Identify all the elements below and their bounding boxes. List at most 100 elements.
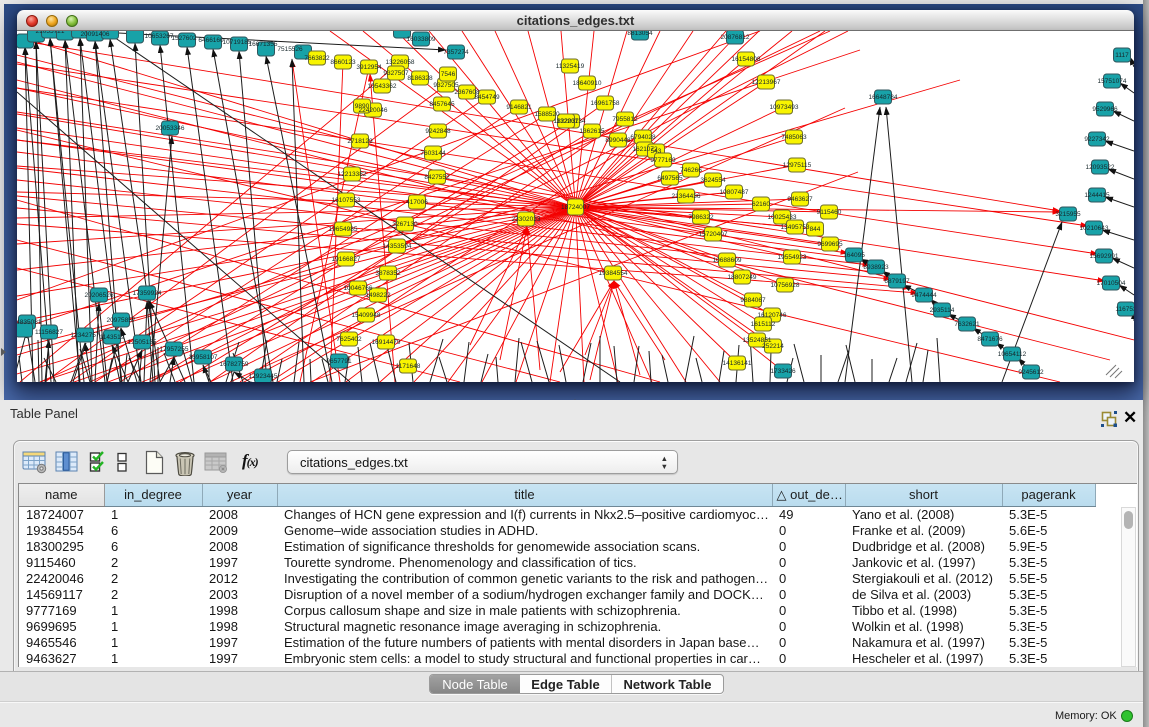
svg-text:9327507: 9327507 — [383, 70, 409, 77]
svg-text:10973493: 10973493 — [770, 104, 799, 111]
svg-text:9890: 9890 — [355, 103, 370, 110]
svg-text:8471676: 8471676 — [977, 336, 1003, 343]
svg-text:8454749: 8454749 — [474, 94, 500, 101]
svg-text:8186328: 8186328 — [407, 75, 433, 82]
svg-text:20206526: 20206526 — [85, 292, 114, 299]
svg-text:1588520: 1588520 — [534, 111, 560, 118]
svg-text:10543362: 10543362 — [368, 83, 397, 90]
svg-text:17957255: 17957255 — [160, 346, 189, 353]
svg-text:17010504: 17010504 — [1097, 280, 1126, 287]
svg-text:9529966: 9529966 — [1092, 106, 1118, 113]
svg-text:12213382: 12213382 — [338, 171, 367, 178]
svg-text:10807487: 10807487 — [720, 189, 749, 196]
svg-text:1615112: 1615112 — [751, 321, 776, 328]
svg-text:16671355: 16671355 — [249, 41, 278, 48]
svg-text:9699695: 9699695 — [817, 241, 843, 248]
svg-text:10719185: 10719185 — [223, 39, 252, 46]
svg-text:7485063: 7485063 — [781, 134, 807, 141]
svg-text:7625402: 7625402 — [336, 336, 362, 343]
svg-text:7515526: 7515526 — [277, 46, 303, 53]
svg-text:12923445: 12923445 — [249, 373, 278, 380]
svg-text:9884067: 9884067 — [740, 297, 766, 304]
svg-text:10654112: 10654112 — [998, 351, 1027, 358]
svg-text:11156827: 11156827 — [35, 329, 63, 336]
svg-text:8427552: 8427552 — [424, 174, 450, 181]
svg-text:12342757: 12342757 — [71, 332, 100, 339]
svg-text:10210643: 10210643 — [1080, 225, 1109, 232]
svg-text:9242848: 9242848 — [425, 128, 451, 135]
svg-text:16033809: 16033809 — [407, 36, 436, 43]
svg-text:11325419: 11325419 — [556, 63, 585, 70]
svg-text:9327505: 9327505 — [433, 82, 459, 89]
svg-text:3215955: 3215955 — [1055, 211, 1081, 218]
svg-text:3267130: 3267130 — [392, 221, 418, 228]
svg-text:13226058: 13226058 — [386, 59, 415, 66]
svg-text:9657791: 9657791 — [326, 358, 352, 365]
svg-text:23302033: 23302033 — [512, 216, 541, 223]
svg-text:21055721: 21055721 — [36, 31, 65, 35]
svg-text:543: 543 — [651, 148, 662, 155]
svg-text:1733426: 1733426 — [770, 368, 796, 375]
svg-text:20876812: 20876812 — [721, 34, 750, 41]
svg-text:1143519: 1143519 — [100, 334, 125, 341]
svg-text:21364436: 21364436 — [672, 193, 701, 200]
svg-text:252214: 252214 — [762, 343, 784, 350]
svg-text:1244415: 1244415 — [1084, 192, 1110, 199]
svg-text:3912954: 3912954 — [356, 64, 382, 71]
svg-text:9474444: 9474444 — [911, 292, 937, 299]
svg-text:16782759: 16782759 — [220, 361, 249, 368]
svg-text:16107553: 16107553 — [332, 197, 361, 204]
svg-text:10756928: 10756928 — [771, 282, 800, 289]
svg-text:164095: 164095 — [843, 252, 865, 259]
svg-text:20053346: 20053346 — [156, 125, 185, 132]
svg-text:14136141: 14136141 — [723, 360, 752, 367]
svg-text:3624554: 3624554 — [700, 177, 726, 184]
svg-text:7955812: 7955812 — [612, 116, 638, 123]
svg-text:16120746: 16120746 — [758, 312, 787, 319]
svg-text:17359924: 17359924 — [133, 290, 162, 297]
svg-text:3878352: 3878352 — [375, 270, 401, 277]
svg-text:7663822: 7663822 — [304, 55, 330, 62]
svg-text:1171648: 1171648 — [396, 363, 421, 370]
svg-text:16958107: 16958107 — [189, 354, 218, 361]
svg-text:844: 844 — [810, 226, 821, 233]
svg-text:9146821: 9146821 — [506, 104, 532, 111]
svg-text:18640910: 18640910 — [573, 80, 602, 87]
svg-text:8938923: 8938923 — [863, 264, 889, 271]
svg-text:9463627: 9463627 — [787, 196, 813, 203]
svg-text:15720407: 15720407 — [699, 231, 728, 238]
svg-text:16914479: 16914479 — [372, 339, 401, 346]
svg-text:16154808: 16154808 — [732, 56, 761, 63]
svg-text:1498222: 1498222 — [365, 292, 391, 299]
svg-text:10025433: 10025433 — [768, 214, 797, 221]
svg-text:14835081: 14835081 — [17, 319, 42, 326]
svg-text:7357274: 7357274 — [443, 49, 469, 56]
svg-text:6879197: 6879197 — [884, 278, 910, 285]
svg-text:18807249: 18807249 — [728, 274, 757, 281]
svg-text:9777169: 9777169 — [650, 157, 676, 164]
svg-text:9245612: 9245612 — [1018, 369, 1044, 376]
svg-text:14353594: 14353594 — [383, 243, 412, 250]
svg-text:8813054: 8813054 — [627, 31, 653, 37]
svg-text:1117: 1117 — [1115, 52, 1129, 59]
svg-text:10653267: 10653267 — [145, 33, 174, 40]
svg-text:12213967: 12213967 — [752, 79, 781, 86]
svg-text:12505135: 12505135 — [128, 339, 157, 346]
svg-text:7986322: 7986322 — [688, 214, 714, 221]
svg-text:9115460: 9115460 — [817, 209, 842, 216]
svg-text:19554923: 19554923 — [778, 254, 807, 261]
svg-text:7632621: 7632621 — [954, 321, 980, 328]
svg-text:2718129: 2718129 — [347, 138, 373, 145]
svg-text:6466160: 6466160 — [198, 37, 224, 44]
svg-text:15751074: 15751074 — [1098, 78, 1127, 85]
svg-text:8990448: 8990448 — [605, 137, 631, 144]
svg-text:12093522: 12093522 — [1086, 164, 1115, 171]
svg-text:19166827: 19166827 — [332, 256, 361, 263]
svg-text:16961758: 16961758 — [591, 100, 620, 107]
svg-text:1322037: 1322037 — [553, 118, 579, 125]
svg-text:16648784: 16648784 — [869, 94, 898, 101]
svg-text:62160: 62160 — [752, 201, 770, 208]
svg-text:10688609: 10688609 — [713, 257, 742, 264]
svg-text:1527602: 1527602 — [171, 35, 197, 42]
svg-text:8660123: 8660123 — [330, 59, 356, 66]
